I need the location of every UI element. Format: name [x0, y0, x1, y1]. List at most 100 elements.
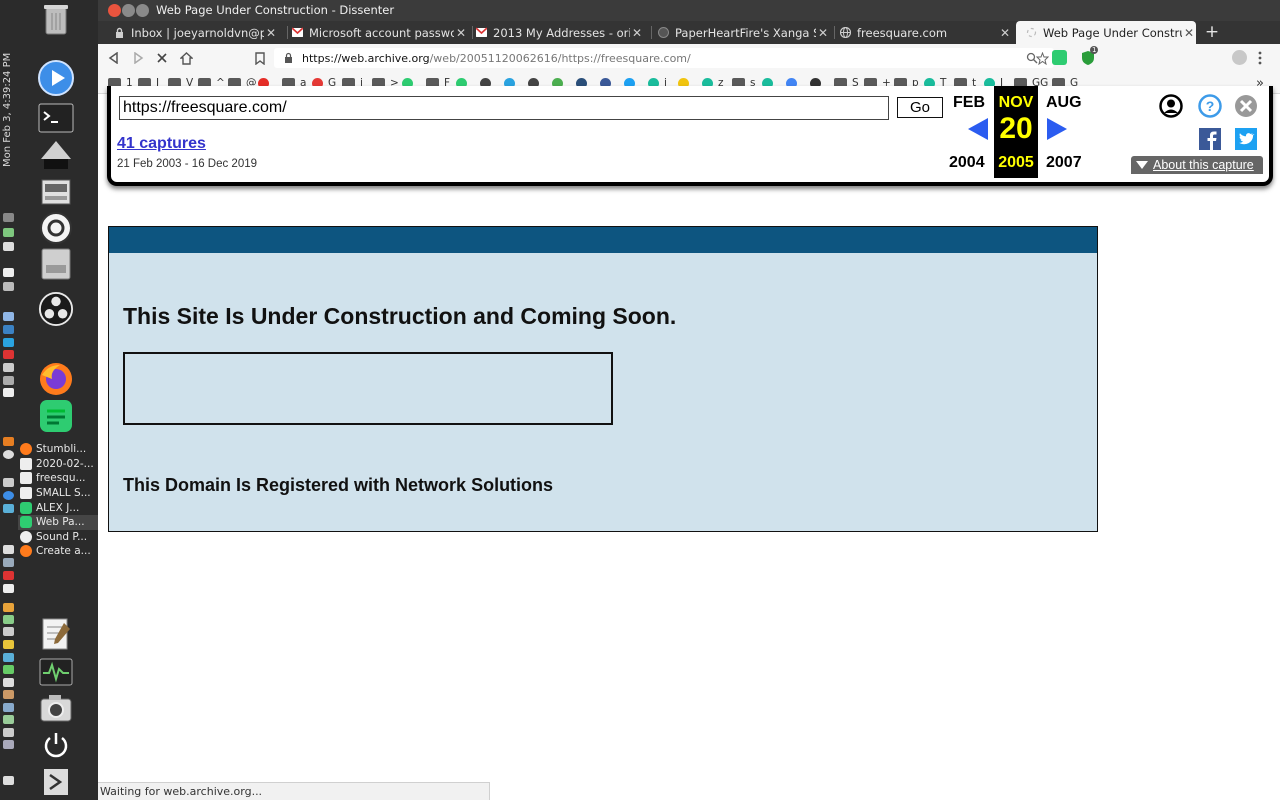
taskbar-window-item[interactable]: Stumbli...	[18, 442, 98, 457]
bookmark-button[interactable]	[250, 48, 270, 68]
stop-button[interactable]	[152, 48, 172, 68]
tray-wordpress-icon[interactable]	[3, 325, 14, 334]
system-monitor-launcher-icon[interactable]	[38, 654, 74, 690]
tab-freesquare[interactable]: freesquare.com ✕	[840, 21, 1012, 44]
taskbar-window-item-active[interactable]: Web Pa...	[18, 514, 98, 530]
wayback-url-input[interactable]: https://freesquare.com/	[119, 96, 889, 120]
close-icon[interactable]: ✕	[454, 26, 468, 40]
tray-app-icon[interactable]	[3, 740, 14, 749]
wayback-next-arrow-icon[interactable]	[1047, 118, 1067, 140]
star-icon[interactable]	[1035, 50, 1051, 66]
tab-web-page-under-construction[interactable]: Web Page Under Construct ✕	[1016, 21, 1196, 44]
tray-skype-icon[interactable]	[3, 338, 14, 347]
firefox-launcher-icon[interactable]	[38, 361, 74, 397]
tray-chrome-icon[interactable]	[3, 491, 14, 500]
twitter-icon[interactable]	[1235, 128, 1257, 150]
wayback-next-year[interactable]: 2007	[1046, 154, 1082, 172]
tray-app-icon[interactable]	[3, 640, 14, 649]
taskbar-window-item[interactable]: SMALL S...	[18, 486, 98, 501]
forward-button[interactable]	[128, 48, 148, 68]
taskbar-window-item[interactable]: 2020-02-...	[18, 457, 98, 472]
help-icon[interactable]: ?	[1198, 94, 1222, 118]
address-bar[interactable]: https://web.archive.org/web/200511200626…	[274, 48, 1054, 68]
wayback-prev-year[interactable]: 2004	[949, 154, 985, 172]
user-icon[interactable]	[1159, 94, 1183, 118]
tray-app-icon[interactable]	[3, 653, 14, 662]
profile-avatar-icon[interactable]	[1232, 50, 1247, 65]
shield-extension-icon[interactable]: 1	[1080, 46, 1099, 65]
back-button[interactable]	[104, 48, 124, 68]
stop-x-icon	[157, 53, 167, 63]
tray-app-icon[interactable]	[3, 603, 14, 612]
tray-app-icon[interactable]	[3, 558, 14, 567]
close-icon[interactable]: ✕	[816, 26, 830, 40]
tray-printer-icon[interactable]	[3, 478, 14, 487]
tray-app-icon[interactable]	[3, 665, 14, 674]
tray-app-icon[interactable]	[3, 678, 14, 687]
tab-addresses[interactable]: 2013 My Addresses - origin ✕	[476, 21, 644, 44]
tray-app-icon[interactable]	[3, 776, 14, 785]
tray-app-icon[interactable]	[3, 282, 14, 291]
disks-launcher-icon[interactable]	[38, 246, 74, 282]
taskbar-window-item[interactable]: Sound P...	[18, 530, 98, 545]
taskbar-window-item[interactable]: ALEX J...	[18, 500, 98, 515]
tray-vivaldi-icon[interactable]	[3, 571, 14, 580]
close-icon[interactable]	[1234, 94, 1258, 118]
tab-xanga[interactable]: PaperHeartFire's Xanga Sit ✕	[658, 21, 830, 44]
tray-app-icon[interactable]	[3, 715, 14, 724]
close-icon[interactable]: ✕	[1182, 26, 1196, 40]
terminal-launcher-icon[interactable]	[38, 100, 74, 136]
camera-launcher-icon[interactable]	[38, 690, 74, 726]
wayback-go-button[interactable]: Go	[897, 97, 943, 118]
wayback-next-month[interactable]: AUG	[1046, 94, 1082, 112]
tray-app-icon[interactable]	[3, 584, 14, 593]
tray-app-icon[interactable]	[3, 690, 14, 699]
window-minimize-button[interactable]	[122, 4, 135, 17]
tray-app-icon[interactable]	[3, 242, 14, 251]
new-tab-button[interactable]: +	[1202, 21, 1222, 44]
scanner-launcher-icon[interactable]	[38, 174, 74, 210]
wayback-about-capture-button[interactable]: About this capture	[1131, 156, 1263, 174]
tray-app-icon[interactable]	[3, 703, 14, 712]
notes-launcher-icon[interactable]	[38, 398, 74, 434]
notes-extension-icon[interactable]	[1052, 50, 1067, 65]
tab-microsoft[interactable]: Microsoft account passwo ✕	[292, 21, 468, 44]
tray-app-icon[interactable]	[3, 388, 14, 397]
ubuntu-settings-launcher-icon[interactable]	[38, 210, 74, 246]
wayback-prev-month[interactable]: FEB	[953, 94, 985, 112]
taskbar-window-item[interactable]: freesqu...	[18, 471, 98, 486]
inkscape-launcher-icon[interactable]	[38, 138, 74, 174]
taskbar-window-item[interactable]: Create a...	[18, 544, 98, 559]
power-icon[interactable]	[38, 727, 74, 763]
tray-doc-icon[interactable]	[3, 312, 14, 321]
home-button[interactable]	[176, 48, 196, 68]
wayback-prev-arrow-icon[interactable]	[968, 118, 988, 140]
workspace-switcher-icon[interactable]	[38, 764, 74, 800]
close-icon[interactable]: ✕	[630, 26, 644, 40]
tray-app-icon[interactable]	[3, 268, 14, 277]
tray-app-icon[interactable]	[3, 545, 14, 554]
text-editor-launcher-icon[interactable]	[38, 616, 74, 652]
tab-inbox[interactable]: Inbox | joeyarnoldvn@proton ✕	[110, 21, 278, 44]
close-icon[interactable]: ✕	[264, 26, 278, 40]
tray-app-icon[interactable]	[3, 363, 14, 372]
tray-app-icon[interactable]	[3, 728, 14, 737]
tray-app-icon[interactable]	[3, 376, 14, 385]
obs-launcher-icon[interactable]	[38, 291, 74, 327]
trash-icon[interactable]	[42, 2, 70, 36]
wifi-icon[interactable]	[3, 213, 14, 222]
close-icon[interactable]: ✕	[998, 26, 1012, 40]
tray-app-icon[interactable]	[3, 615, 14, 624]
tray-home-icon[interactable]	[3, 437, 14, 446]
facebook-icon[interactable]	[1199, 128, 1221, 150]
battery-icon[interactable]	[3, 228, 14, 237]
tray-a-icon[interactable]	[3, 450, 14, 459]
wayback-captures-link[interactable]: 41 captures	[117, 135, 206, 153]
media-player-launcher-icon[interactable]	[38, 60, 74, 96]
tray-red-icon[interactable]	[3, 350, 14, 359]
menu-kebab-icon[interactable]	[1258, 50, 1268, 65]
tray-app-icon[interactable]	[3, 627, 14, 636]
tray-diamond-icon[interactable]	[3, 504, 14, 513]
window-close-button[interactable]	[108, 4, 121, 17]
window-maximize-button[interactable]	[136, 4, 149, 17]
